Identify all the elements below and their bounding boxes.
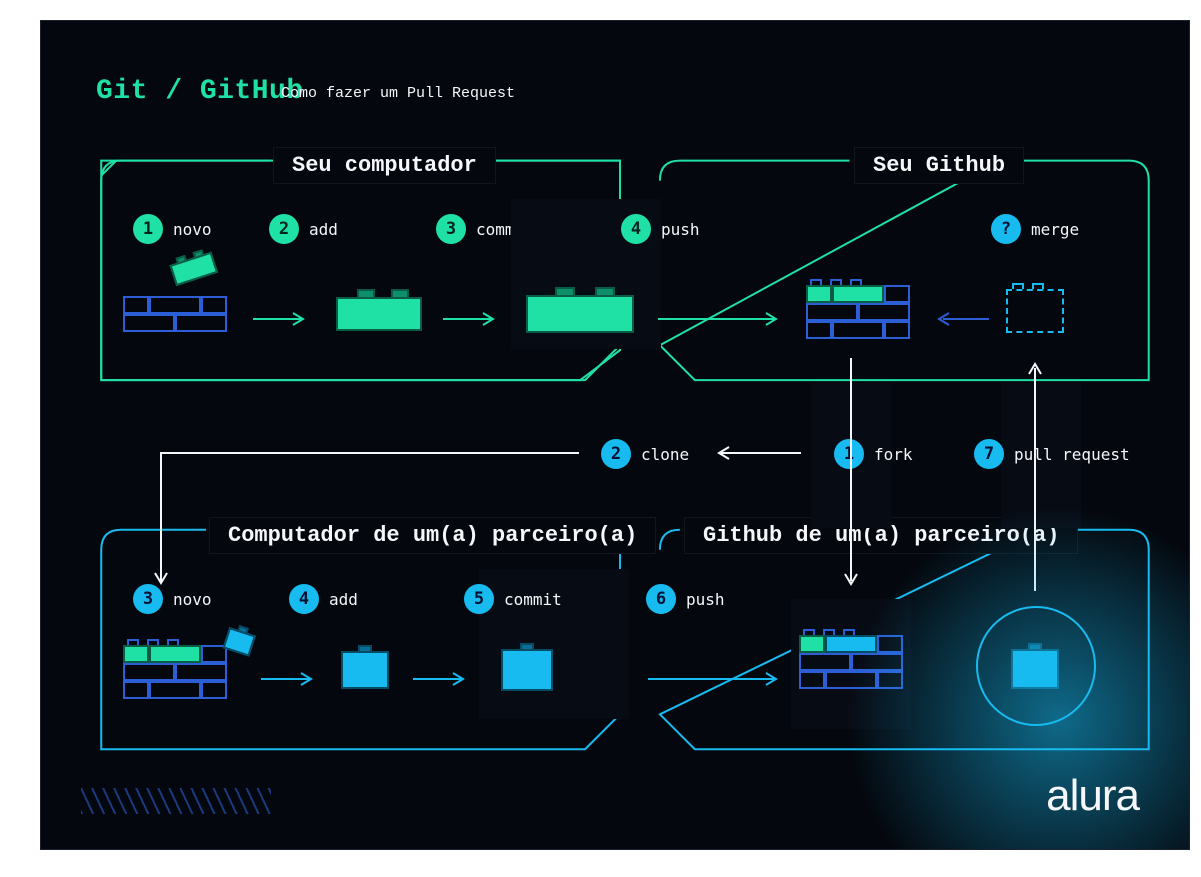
- badge-icon: 7: [974, 439, 1004, 469]
- staged-block-icon: [336, 289, 422, 331]
- question-badge-icon: ?: [991, 214, 1021, 244]
- arrow-down-icon: [841, 356, 861, 596]
- badge-icon: 2: [269, 214, 299, 244]
- step-label: push: [661, 220, 700, 239]
- arrow-icon: [259, 669, 319, 689]
- commit-cube-icon: [501, 643, 553, 691]
- badge-icon: 6: [646, 584, 676, 614]
- step-pull-request: 7 pull request: [974, 439, 1130, 469]
- step-add: 2 add: [269, 214, 338, 244]
- arrow-left-icon: [931, 309, 991, 329]
- step-push: 4 push: [621, 214, 700, 244]
- pull-request-cube-icon: [1011, 643, 1059, 689]
- step-partner-commit: 5 commit: [464, 584, 562, 614]
- step-partner-add: 4 add: [289, 584, 358, 614]
- arrow-icon: [251, 309, 311, 329]
- arrow-up-icon: [1025, 356, 1045, 596]
- step-label: merge: [1031, 220, 1079, 239]
- merge-target-icon: [1006, 283, 1064, 333]
- step-label: commit: [504, 590, 562, 609]
- step-label: novo: [173, 220, 212, 239]
- brand-logo: alura: [1046, 771, 1139, 821]
- step-partner-novo: 3 novo: [133, 584, 212, 614]
- step-label: novo: [173, 590, 212, 609]
- quadrant-label-your-github: Seu Github: [854, 147, 1024, 184]
- badge-icon: 1: [133, 214, 163, 244]
- hatch-decoration-icon: [81, 788, 271, 814]
- partner-repo-wall-icon: [123, 639, 233, 699]
- badge-icon: 5: [464, 584, 494, 614]
- partner-github-repo-icon: [799, 629, 909, 689]
- repo-wall-icon: [123, 296, 233, 332]
- staged-cube-icon: [341, 645, 389, 689]
- quadrant-label-your-computer: Seu computador: [273, 147, 496, 184]
- github-repo-icon: [806, 279, 916, 339]
- step-label: fork: [874, 445, 913, 464]
- arrow-icon: [646, 669, 786, 689]
- new-block-icon: [168, 247, 218, 286]
- badge-icon: 4: [621, 214, 651, 244]
- step-partner-push: 6 push: [646, 584, 725, 614]
- badge-icon: 4: [289, 584, 319, 614]
- step-merge: ? merge: [991, 214, 1079, 244]
- diagram-card: Git / GitHub Como fazer um Pull Request …: [40, 20, 1190, 850]
- page-title: Git / GitHub: [96, 76, 304, 107]
- step-label: add: [309, 220, 338, 239]
- step-novo: 1 novo: [133, 214, 212, 244]
- step-label: add: [329, 590, 358, 609]
- badge-icon: 3: [133, 584, 163, 614]
- arrow-icon: [411, 669, 471, 689]
- arrow-icon: [441, 309, 501, 329]
- step-label: push: [686, 590, 725, 609]
- commit-block-icon: [526, 287, 634, 333]
- badge-icon: 3: [436, 214, 466, 244]
- page-subtitle: Como fazer um Pull Request: [281, 85, 515, 102]
- arrow-icon: [656, 309, 786, 329]
